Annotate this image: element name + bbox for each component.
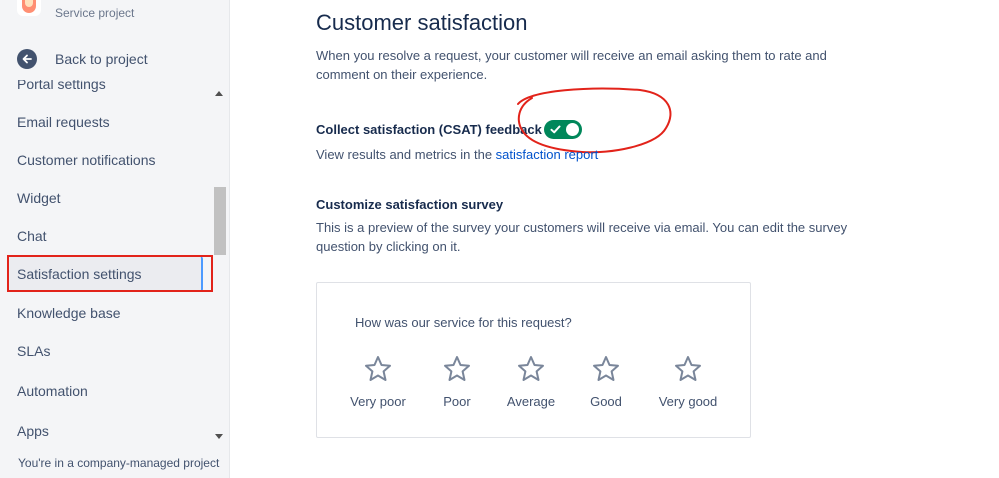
project-type-note: You're in a company-managed project	[18, 456, 220, 470]
project-avatar-icon[interactable]	[17, 0, 41, 16]
rating-label: Very poor	[350, 394, 406, 409]
star-icon	[365, 356, 391, 381]
sidebar-item-apps[interactable]: Apps	[8, 413, 203, 449]
satisfaction-report-link[interactable]: satisfaction report	[496, 147, 599, 162]
star-icon	[444, 356, 470, 381]
back-to-project-label: Back to project	[55, 51, 148, 67]
rating-very-poor[interactable]: Very poor	[333, 355, 423, 409]
sidebar-item-satisfaction-settings[interactable]: Satisfaction settings	[8, 256, 203, 292]
customize-survey-title: Customize satisfaction survey	[316, 197, 504, 212]
check-icon	[550, 125, 561, 134]
csat-toggle[interactable]	[544, 120, 582, 139]
sidebar-item-email-requests[interactable]: Email requests	[8, 104, 203, 140]
rating-label: Average	[506, 394, 556, 409]
star-icon	[675, 356, 701, 381]
rating-very-good[interactable]: Very good	[643, 355, 733, 409]
sidebar-item-widget[interactable]: Widget	[8, 180, 203, 216]
toggle-knob	[566, 123, 579, 136]
sidebar: Service project Back to project Portal s…	[0, 0, 230, 478]
sidebar-item-automation[interactable]: Automation	[8, 373, 203, 409]
project-subtitle: Service project	[55, 6, 135, 20]
scroll-thumb[interactable]	[214, 187, 226, 255]
sidebar-item-portal-settings[interactable]: Portal settings	[8, 80, 203, 102]
back-arrow-icon	[17, 49, 37, 69]
rating-label: Very good	[658, 394, 718, 409]
survey-preview-card: How was our service for this request? Ve…	[316, 282, 751, 438]
rating-good[interactable]: Good	[561, 355, 651, 409]
sidebar-item-slas[interactable]: SLAs	[8, 333, 203, 369]
csat-toggle-label: Collect satisfaction (CSAT) feedback	[316, 122, 542, 137]
sidebar-item-chat[interactable]: Chat	[8, 218, 203, 254]
sidebar-item-customer-notifications[interactable]: Customer notifications	[8, 142, 203, 178]
view-results-text: View results and metrics in the satisfac…	[316, 147, 598, 162]
sidebar-nav: Portal settings Email requests Customer …	[0, 80, 212, 450]
rating-label: Poor	[443, 394, 471, 409]
sidebar-item-knowledge-base[interactable]: Knowledge base	[8, 295, 203, 331]
survey-question[interactable]: How was our service for this request?	[355, 315, 572, 330]
intro-text: When you resolve a request, your custome…	[316, 48, 827, 82]
view-results-prefix: View results and metrics in the	[316, 147, 496, 162]
star-icon	[593, 356, 619, 381]
rating-label: Good	[590, 394, 622, 409]
sidebar-scrollbar[interactable]	[212, 82, 229, 448]
scroll-down-arrow-icon[interactable]	[215, 434, 223, 439]
scroll-up-arrow-icon[interactable]	[215, 91, 223, 96]
customize-survey-description: This is a preview of the survey your cus…	[316, 220, 848, 254]
star-icon	[518, 356, 544, 381]
page-title: Customer satisfaction	[316, 10, 528, 35]
back-to-project-button[interactable]: Back to project	[17, 48, 217, 70]
